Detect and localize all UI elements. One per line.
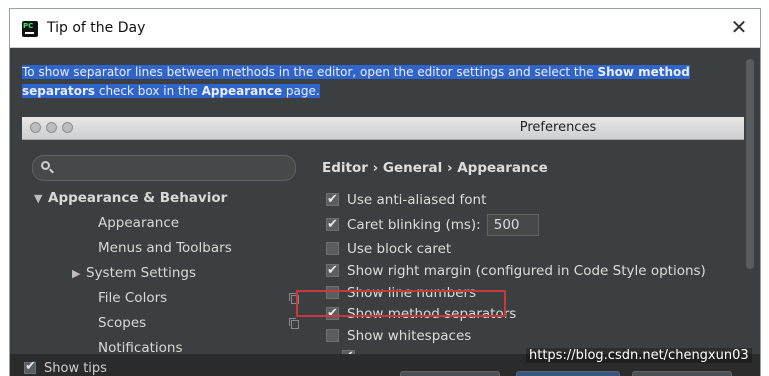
option-block-caret[interactable]: Use block caret [326,239,451,259]
checkbox-checked[interactable] [24,359,36,374]
option-label: Use block caret [347,241,452,257]
preferences-title-bar: Preferences [22,117,744,140]
option-label: Caret blinking (ms): [347,217,481,233]
vertical-scrollbar[interactable] [746,59,754,269]
next-tip-button[interactable] [516,371,620,376]
preferences-screenshot: Preferences ▼ Appearance & Behavior Appea… [22,117,744,376]
tip-text: To show separator lines between methods … [22,63,712,101]
caret-blinking-input[interactable]: 500 [486,214,539,236]
checkbox-unchecked[interactable] [326,242,339,255]
preferences-title: Preferences [519,120,597,135]
expanded-arrow-icon: ▼ [34,192,43,205]
tree-item-scopes[interactable]: Scopes [98,315,146,331]
breadcrumb: Editor › General › Appearance [322,160,548,176]
close-button[interactable]: ✕ [728,15,750,39]
tip-text-part: To show separator lines between methods … [22,65,598,79]
checkbox-checked[interactable] [326,261,339,281]
tip-text-part: page. [282,84,320,98]
method-separators-highlight-box [296,290,506,317]
option-label: Show right margin (configured in Code St… [347,263,706,279]
settings-main-panel: Editor › General › Appearance Use anti-a… [306,139,744,376]
option-label: Use anti-aliased font [347,192,487,208]
option-whitespaces[interactable]: Show whitespaces [326,326,471,346]
tip-of-the-day-dialog: Tip of the Day ✕ To show separator lines… [9,8,761,376]
tree-item-menus-toolbars[interactable]: Menus and Toolbars [98,240,232,256]
checkbox-unchecked[interactable] [326,329,339,342]
tree-item-appearance[interactable]: Appearance [98,215,179,231]
window-title: Tip of the Day [47,20,146,36]
option-right-margin[interactable]: Show right margin (configured in Code St… [326,261,706,281]
pycharm-app-icon [22,21,38,37]
tree-item-appearance-behavior[interactable]: ▼ Appearance & Behavior [34,190,227,206]
settings-sidebar: ▼ Appearance & Behavior Appearance Menus … [22,139,306,376]
title-bar: Tip of the Day ✕ [10,9,760,48]
show-tips-on-startup[interactable]: Show tips [24,359,107,376]
search-icon [41,161,50,170]
tree-item-file-colors[interactable]: File Colors [98,290,167,306]
tree-item-label: System Settings [86,265,197,281]
tree-item-label: Appearance & Behavior [48,190,228,206]
collapsed-arrow-icon: ▶ [72,267,81,280]
watermark-url: https://blog.csdn.net/chengxun03 [526,348,752,363]
tip-bold-page: Appearance [201,84,283,98]
checkbox-checked[interactable] [326,190,339,210]
close-dialog-button[interactable] [632,371,732,376]
tree-item-system-settings[interactable]: ▶ System Settings [72,265,196,281]
show-tips-label: Show tips [44,361,107,376]
option-caret-blinking[interactable]: Caret blinking (ms): 500 [326,214,539,236]
copy-icon [289,318,299,329]
previous-tip-button[interactable] [400,371,500,376]
option-anti-aliased-font[interactable]: Use anti-aliased font [326,190,486,210]
option-label: Show whitespaces [347,328,472,344]
checkbox-checked[interactable] [326,215,339,235]
settings-search-input[interactable] [32,155,296,181]
tip-text-part: check box in the [95,84,202,98]
